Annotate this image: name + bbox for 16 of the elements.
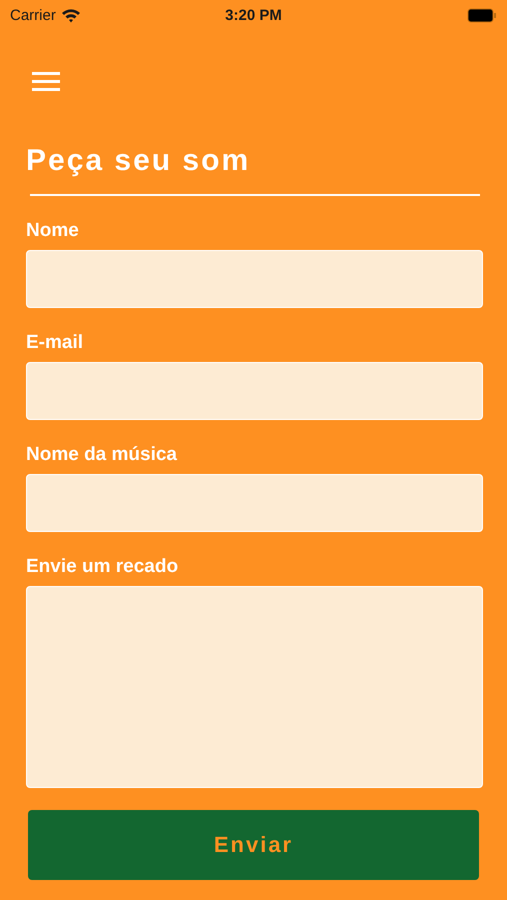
field-label: Nome [26,220,80,242]
carrier-label: Carrier [10,6,56,24]
menu-button[interactable] [32,70,60,94]
field-label: Envie um recado [26,556,180,578]
menu-icon [32,71,60,93]
wifi-icon [60,8,81,22]
text-input-field[interactable] [26,474,483,532]
text-input-field[interactable] [26,362,483,420]
field-label: Nome da música [26,444,178,466]
clock-time: 3:20 PM [225,6,282,24]
message-input-field[interactable] [26,586,483,788]
page-title: Peça seu som [26,144,252,178]
field-label: E-mail [26,332,84,354]
text-input-field[interactable] [26,250,483,308]
submit-button[interactable]: Enviar [28,810,479,880]
battery-icon [467,8,497,22]
